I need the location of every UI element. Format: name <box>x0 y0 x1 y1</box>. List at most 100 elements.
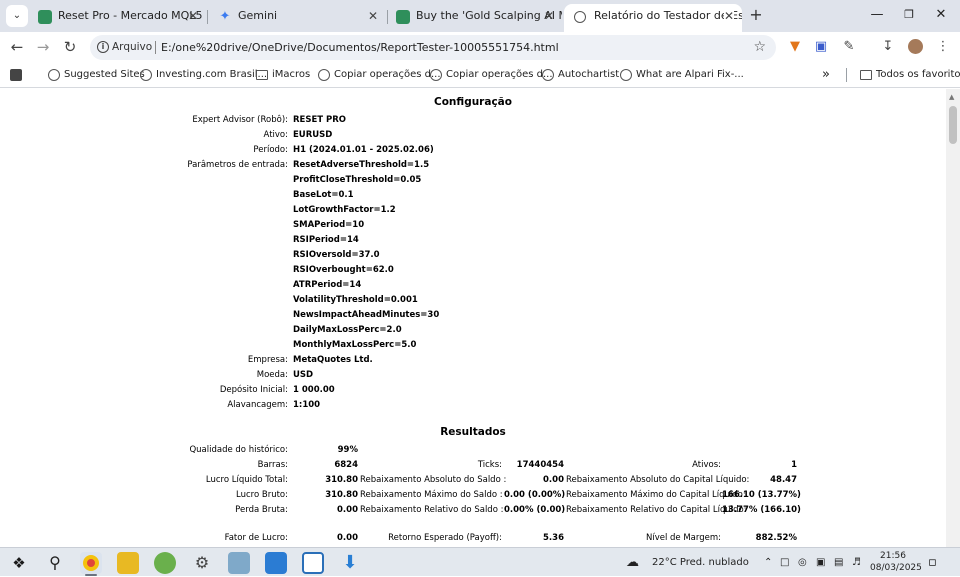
config-heading: Configuração <box>434 96 512 108</box>
config-value: LotGrowthFactor=1.2 <box>293 205 396 215</box>
close-window-button[interactable]: ✕ <box>926 4 956 26</box>
wifi-icon[interactable]: ▤ <box>834 548 843 577</box>
all-bookmarks-folder[interactable]: Todos os favoritos <box>860 62 960 88</box>
omnibox-divider <box>155 41 156 54</box>
bookmark-label: Investing.com Brasil... <box>156 69 268 80</box>
config-value: ATRPeriod=14 <box>293 280 362 290</box>
config-value: H1 (2024.01.01 - 2025.02.06) <box>293 145 434 155</box>
tab-gold-scalping[interactable]: Buy the 'Gold Scalping AI MT5' ✕ <box>386 4 562 32</box>
globe-icon <box>574 11 586 23</box>
app-taskbar-icon[interactable] <box>228 552 250 574</box>
tray-icon[interactable]: □ <box>780 548 789 577</box>
scrollbar-thumb[interactable] <box>949 106 957 144</box>
minimize-button[interactable]: — <box>862 4 892 26</box>
result-label: Lucro Bruto: <box>236 490 288 500</box>
windows-start-icon[interactable]: ❖ <box>8 552 30 574</box>
bookmark-copiar-1[interactable]: Copiar operações d... <box>318 62 441 88</box>
windows-taskbar: ❖ ⚲ ⚙ ⬇ ☁ 22°C Pred. nublado ⌃ □ ◎ ▣ ▤ ♬… <box>0 547 960 576</box>
vscode-taskbar-icon[interactable] <box>265 552 287 574</box>
download-icon[interactable]: ↧ <box>877 36 899 58</box>
result-label: Qualidade do histórico: <box>189 445 288 455</box>
config-value: ResetAdverseThreshold=1.5 <box>293 160 430 170</box>
metamask-extension-icon[interactable]: ▼ <box>784 36 806 58</box>
tab-search-button[interactable]: ⌄ <box>6 5 28 27</box>
bookmark-investing[interactable]: Investing.com Brasil... <box>140 62 267 88</box>
app-taskbar-icon[interactable] <box>154 552 176 574</box>
bookmark-label: Autochartist <box>558 69 620 80</box>
more-bookmarks-chevron-icon[interactable]: » <box>822 62 830 88</box>
weather-text[interactable]: 22°C Pred. nublado <box>652 548 749 577</box>
config-label: Expert Advisor (Robô): <box>192 115 288 125</box>
config-value: USD <box>293 370 314 380</box>
result-label: Rebaixamento Máximo do Saldo : <box>360 490 503 500</box>
result-label: Ativos: <box>692 460 721 470</box>
menu-kebab-icon[interactable]: ⋮ <box>932 36 954 58</box>
download-arrow-icon[interactable]: ⬇ <box>339 552 361 574</box>
result-value: 0.00% (0.00) <box>504 505 566 515</box>
reload-button[interactable]: ↻ <box>59 36 81 58</box>
tab-title: Relatório do Testador de Estraté <box>594 9 742 22</box>
globe-icon <box>430 69 442 81</box>
result-value: 882.52% <box>755 533 797 543</box>
new-tab-button[interactable]: + <box>746 4 766 26</box>
tab-gemini[interactable]: ✦ Gemini ✕ <box>208 4 386 32</box>
result-label: Ticks: <box>477 460 502 470</box>
tray-icon[interactable]: ▣ <box>816 548 825 577</box>
clock-time: 21:56 <box>880 551 906 561</box>
system-clock[interactable]: 21:56 08/03/2025 <box>870 550 922 574</box>
shield-extension-icon[interactable]: ▣ <box>810 36 832 58</box>
bookmark-suggested-sites[interactable]: Suggested Sites <box>48 62 145 88</box>
scroll-up-arrow-icon[interactable]: ▲ <box>949 93 954 101</box>
address-bar[interactable]: i Arquivo E:/one%20drive/OneDrive/Docume… <box>90 35 776 60</box>
app-taskbar-icon[interactable] <box>302 552 324 574</box>
bookmark-star-icon[interactable]: ☆ <box>753 35 766 60</box>
config-label: Empresa: <box>247 355 288 365</box>
weather-cloud-icon[interactable]: ☁ <box>626 548 639 577</box>
profile-avatar[interactable] <box>905 36 927 58</box>
tray-icon[interactable]: ◎ <box>798 548 807 577</box>
tab-reset-pro[interactable]: Reset Pro - Mercado MQL5 ✕ <box>28 4 206 32</box>
close-tab-icon[interactable]: ✕ <box>368 4 378 28</box>
globe-icon <box>140 69 152 81</box>
tray-chevron-icon[interactable]: ⌃ <box>764 548 772 577</box>
clock-date: 08/03/2025 <box>870 563 922 573</box>
bookmark-divider <box>846 68 847 82</box>
url-text[interactable]: E:/one%20drive/OneDrive/Documentos/Repor… <box>161 35 559 60</box>
bookmark-imacros[interactable]: iMacros <box>256 62 310 88</box>
volume-icon[interactable]: ♬ <box>852 548 861 577</box>
close-tab-icon[interactable]: ✕ <box>723 4 734 28</box>
config-label: Moeda: <box>256 370 288 380</box>
tab-strategy-report[interactable]: Relatório do Testador de Estraté ✕ <box>564 4 742 32</box>
result-label: Fator de Lucro: <box>224 533 288 543</box>
close-tab-icon[interactable]: ✕ <box>188 4 198 28</box>
result-label: Barras: <box>257 460 288 470</box>
tab-title: Buy the 'Gold Scalping AI MT5' <box>416 9 562 22</box>
result-label: Retorno Esperado (Payoff): <box>388 533 502 543</box>
result-value: 5.36 <box>543 533 564 543</box>
result-value: 166.10 (13.77%) <box>722 490 801 500</box>
chrome-taskbar-icon[interactable] <box>80 552 102 574</box>
search-icon[interactable]: ⚲ <box>44 552 66 574</box>
config-value: NewsImpactAheadMinutes=30 <box>293 310 440 320</box>
config-value: RSIPeriod=14 <box>293 235 359 245</box>
config-value: MetaQuotes Ltd. <box>293 355 373 365</box>
bookmark-autochartist[interactable]: Autochartist <box>542 62 619 88</box>
config-value: VolatilityThreshold=0.001 <box>293 295 418 305</box>
result-label: Rebaixamento Relativo do Saldo : <box>360 505 504 515</box>
site-info-icon[interactable]: i <box>97 41 109 53</box>
bookmark-copiar-2[interactable]: Copiar operações d... <box>430 62 553 88</box>
app-taskbar-icon[interactable] <box>117 552 139 574</box>
config-label: Parâmetros de entrada: <box>187 160 288 170</box>
back-button[interactable]: ← <box>6 36 28 58</box>
restore-button[interactable]: ❐ <box>894 4 924 26</box>
result-value: 0.00 <box>543 475 564 485</box>
forward-button[interactable]: → <box>32 36 54 58</box>
globe-icon <box>48 69 60 81</box>
extensions-puzzle-icon[interactable]: ✎ <box>838 36 860 58</box>
bookmark-alpari[interactable]: What are Alpari Fix-... <box>620 62 744 88</box>
close-tab-icon[interactable]: ✕ <box>544 4 554 28</box>
notifications-icon[interactable]: ▫ <box>928 548 937 577</box>
vertical-scrollbar[interactable]: ▲ <box>946 89 960 547</box>
config-label: Alavancagem: <box>227 400 288 410</box>
settings-gear-icon[interactable]: ⚙ <box>191 552 213 574</box>
